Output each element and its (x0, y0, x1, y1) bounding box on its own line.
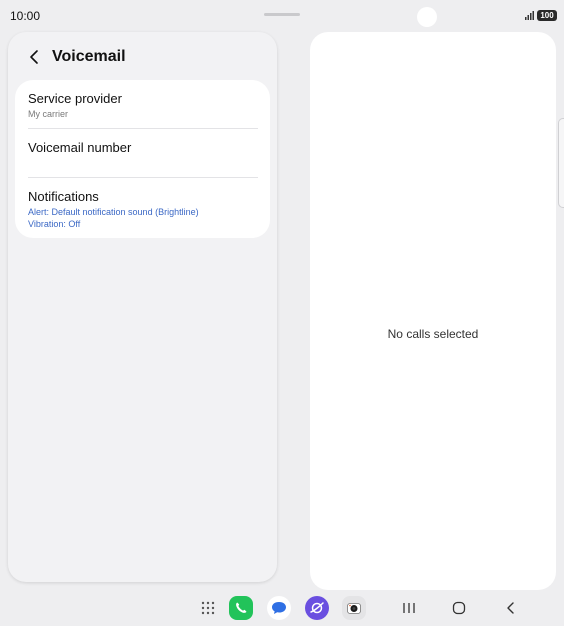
home-button[interactable] (451, 600, 467, 616)
drag-handle[interactable] (264, 13, 300, 16)
apps-grid-icon[interactable] (201, 601, 215, 615)
chevron-left-icon (30, 50, 38, 64)
phone-icon[interactable] (229, 596, 253, 620)
status-time: 10:00 (10, 9, 41, 23)
camera-cutout (417, 7, 437, 27)
setting-service-provider[interactable]: Service provider My carrier (15, 80, 270, 129)
signal-bars-icon (525, 11, 534, 20)
notification-vibration-text: Vibration: Off (28, 219, 81, 229)
internet-icon[interactable] (305, 596, 329, 620)
camera-lens-icon (347, 603, 361, 614)
settings-card: Service provider My carrier Voicemail nu… (15, 80, 270, 238)
voicemail-settings-panel: Voicemail Service provider My carrier Vo… (8, 32, 277, 582)
page-title: Voicemail (52, 48, 126, 65)
taskbar (0, 592, 564, 626)
setting-notifications[interactable]: Notifications Alert: Default notificatio… (15, 178, 270, 238)
recents-button[interactable] (401, 600, 417, 616)
call-detail-panel: No calls selected (310, 32, 556, 590)
setting-subtitle: My carrier (28, 109, 68, 119)
back-icon (507, 602, 514, 614)
notification-alert-text: Alert: Default notification sound (Brigh… (28, 207, 199, 217)
battery-icon: 100 (537, 10, 557, 21)
screen: 10:00 100 Voicemail Service provider My … (0, 0, 564, 626)
status-bar: 10:00 100 (0, 0, 564, 30)
setting-voicemail-number[interactable]: Voicemail number (15, 129, 270, 178)
empty-state-text: No calls selected (387, 327, 479, 341)
messages-icon[interactable] (267, 596, 291, 620)
phone-handset-icon (236, 602, 247, 613)
edge-panel-handle[interactable] (558, 118, 564, 208)
recents-icon (403, 603, 415, 613)
home-icon (452, 601, 466, 615)
back-button[interactable] (24, 46, 44, 68)
setting-title: Notifications (28, 189, 99, 204)
chat-bubble-icon (272, 602, 286, 614)
camera-icon[interactable] (342, 596, 366, 620)
app-bar: Voicemail (8, 32, 277, 80)
nav-back-button[interactable] (502, 600, 518, 616)
planet-icon (310, 602, 324, 614)
setting-title: Service provider (28, 91, 122, 106)
setting-title: Voicemail number (28, 140, 132, 155)
battery-level: 100 (540, 11, 554, 20)
